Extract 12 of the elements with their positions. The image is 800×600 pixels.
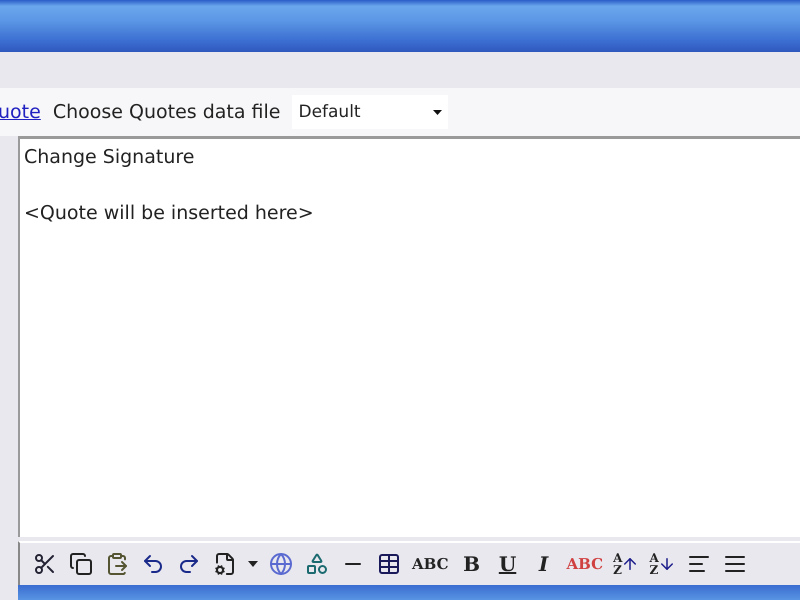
italic-button[interactable]: I <box>530 549 557 579</box>
spell-check-button[interactable]: ABC <box>566 549 604 579</box>
quotes-file-dropdown[interactable]: Default <box>292 95 448 129</box>
signature-editor[interactable]: Change Signature <Quote will be inserted here> <box>18 136 800 537</box>
underline-button[interactable]: U <box>494 549 521 579</box>
small-caps-button[interactable]: ABC <box>412 549 449 579</box>
sort-ascending-button[interactable]: AZ <box>613 549 640 579</box>
editor-text: <Quote will be inserted here> <box>24 201 315 226</box>
quotes-file-label: Choose Quotes data file <box>52 101 280 123</box>
bold-button[interactable]: B <box>458 549 485 579</box>
sort-descending-button[interactable]: AZ <box>649 549 676 579</box>
editor-text: Change Signature <box>24 145 196 170</box>
